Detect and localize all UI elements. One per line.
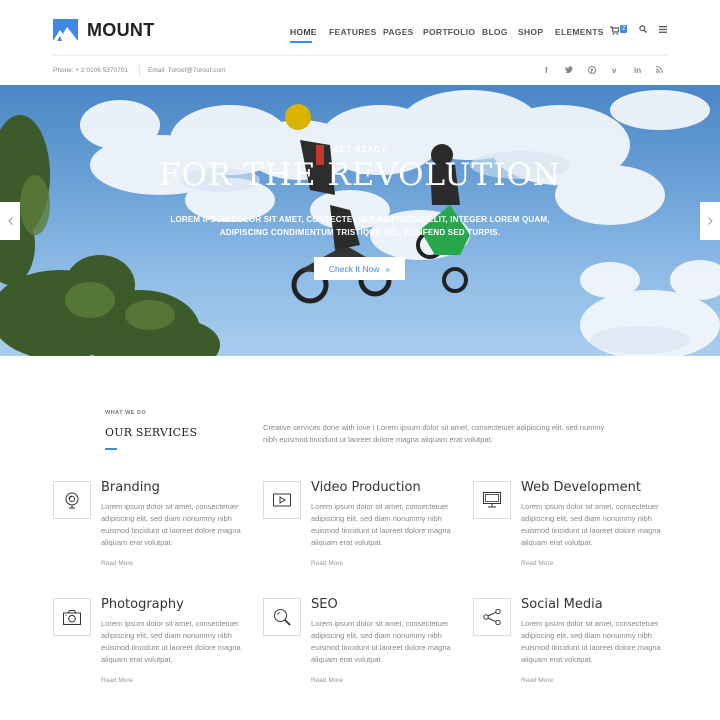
read-more-link[interactable]: Read More <box>521 677 553 684</box>
service-title: Photography <box>101 597 184 612</box>
brand-name: MOUNT <box>87 19 155 40</box>
nav-item-features[interactable]: FEATURES <box>329 27 377 37</box>
double-chevron-right-icon: » <box>385 263 391 274</box>
slider-next-button[interactable] <box>700 202 720 240</box>
rss-icon[interactable] <box>655 66 663 75</box>
read-more-link[interactable]: Read More <box>101 560 133 567</box>
phone-text: Phone: + 2 0106 5370701 <box>53 67 129 74</box>
service-card-photography: Photography Lorem ipsum dolor sit amet, … <box>53 597 253 698</box>
services-heading-underline <box>105 448 117 450</box>
service-description: Lorem ipsum dolor sit amet, consectetuer… <box>101 502 241 547</box>
read-more-link[interactable]: Read More <box>521 560 553 567</box>
services-heading: OUR SERVICES <box>105 426 198 439</box>
cart-button[interactable]: 2 <box>610 25 628 36</box>
twitter-icon[interactable] <box>565 66 573 75</box>
camera-icon <box>53 598 91 636</box>
service-card-seo: SEO Lorem ipsum dolor sit amet, consecte… <box>263 597 463 698</box>
nav-item-blog[interactable]: BLOG <box>482 27 508 37</box>
slider-prev-button[interactable] <box>0 202 20 240</box>
branding-icon <box>53 481 91 519</box>
read-more-link[interactable]: Read More <box>101 677 133 684</box>
services-intro: Creative services done with love ! Lorem… <box>263 423 605 444</box>
nav-item-portfolio[interactable]: PORTFOLIO <box>423 27 475 37</box>
hero-subtitle: LOREM IPSUM DOLOR SIT AMET, CONSECTETUER… <box>170 215 550 237</box>
facebook-icon[interactable]: f <box>545 66 548 75</box>
contact-bar: Phone: + 2 0106 5370701 Email: 7oroof@7o… <box>0 56 720 85</box>
cart-icon <box>610 26 620 35</box>
nav-active-indicator <box>290 41 312 43</box>
nav-item-pages[interactable]: PAGES <box>383 27 414 37</box>
contact-divider <box>139 65 140 76</box>
search-button[interactable] <box>639 25 647 36</box>
vimeo-icon[interactable]: v <box>612 66 616 75</box>
monitor-icon <box>473 481 511 519</box>
logo-mark-icon <box>53 19 78 41</box>
site-header: MOUNT HOME FEATURES PAGES PORTFOLIO BLOG… <box>0 0 720 56</box>
menu-button[interactable] <box>659 25 667 36</box>
nav-item-home[interactable]: HOME <box>290 27 317 37</box>
read-more-link[interactable]: Read More <box>311 560 343 567</box>
linkedin-icon[interactable]: in <box>634 66 641 75</box>
service-title: Web Development <box>521 480 641 495</box>
service-title: Branding <box>101 480 160 495</box>
hero-slider: GET READY FOR THE REVOLUTION LOREM IPSUM… <box>0 85 720 356</box>
service-card-branding: Branding Lorem ipsum dolor sit amet, con… <box>53 480 253 581</box>
check-it-now-button[interactable]: Check It Now » <box>314 257 405 280</box>
chevron-left-icon <box>7 217 13 225</box>
chevron-right-icon <box>707 217 713 225</box>
service-card-video-production: Video Production Lorem ipsum dolor sit a… <box>263 480 463 581</box>
service-description: Lorem ipsum dolor sit amet, consectetuer… <box>521 619 661 664</box>
pinterest-icon[interactable] <box>588 66 596 76</box>
check-it-now-label: Check It Now <box>328 263 380 274</box>
service-description: Lorem ipsum dolor sit amet, consectetuer… <box>311 619 451 664</box>
search-icon <box>639 25 647 33</box>
cart-count-badge: 2 <box>620 25 628 33</box>
service-description: Lorem ipsum dolor sit amet, consectetuer… <box>101 619 241 664</box>
menu-icon <box>659 26 667 33</box>
service-card-web-development: Web Development Lorem ipsum dolor sit am… <box>473 480 673 581</box>
service-card-social-media: Social Media Lorem ipsum dolor sit amet,… <box>473 597 673 698</box>
service-description: Lorem ipsum dolor sit amet, consectetuer… <box>521 502 661 547</box>
magnifier-icon <box>263 598 301 636</box>
email-text: Email: 7oroof@7oroof.com <box>148 67 226 74</box>
video-icon <box>263 481 301 519</box>
service-description: Lorem ipsum dolor sit amet, consectetuer… <box>311 502 451 547</box>
read-more-link[interactable]: Read More <box>311 677 343 684</box>
hero-pretitle: GET READY <box>333 145 387 154</box>
services-kicker: WHAT WE DO <box>105 410 147 416</box>
hero-title: FOR THE REVOLUTION <box>158 157 562 193</box>
service-title: SEO <box>311 597 338 612</box>
nav-item-shop[interactable]: SHOP <box>518 27 543 37</box>
logo[interactable]: MOUNT <box>53 19 155 41</box>
service-title: Video Production <box>311 480 421 495</box>
share-icon <box>473 598 511 636</box>
service-title: Social Media <box>521 597 603 612</box>
nav-item-elements[interactable]: ELEMENTS <box>555 27 604 37</box>
